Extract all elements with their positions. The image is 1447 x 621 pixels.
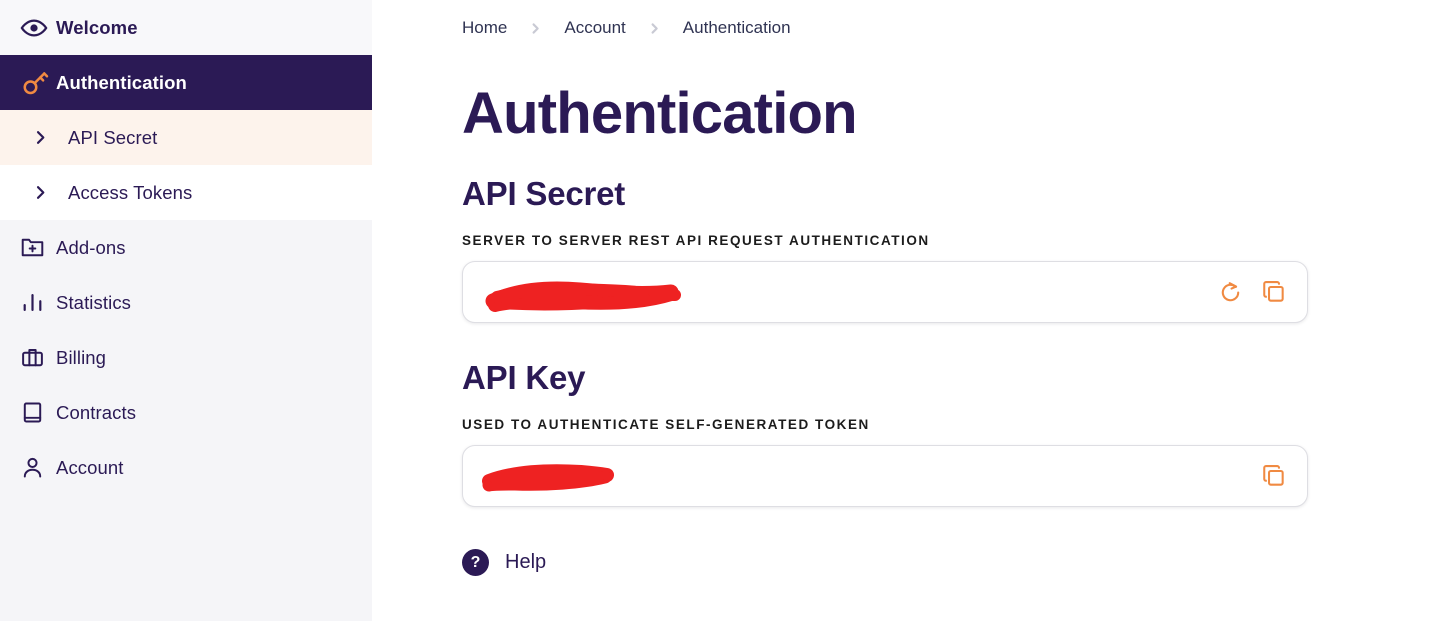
page-title: Authentication xyxy=(462,85,1447,143)
sidebar-item-welcome[interactable]: Welcome xyxy=(0,0,372,55)
breadcrumb-item-home[interactable]: Home xyxy=(462,18,507,38)
chevron-right-icon xyxy=(32,129,68,146)
sidebar: Welcome Authentication API Secret xyxy=(0,0,372,621)
api-secret-actions xyxy=(1215,262,1289,322)
main-content: Home Account Authentication Authenticati… xyxy=(372,0,1447,621)
api-key-actions xyxy=(1259,446,1289,506)
sidebar-item-label: Statistics xyxy=(56,292,131,314)
sidebar-item-api-secret[interactable]: API Secret xyxy=(0,110,372,165)
sidebar-item-add-ons[interactable]: Add-ons xyxy=(0,220,372,275)
redaction-scribble xyxy=(485,271,695,317)
sidebar-item-account[interactable]: Account xyxy=(0,440,372,495)
briefcase-icon xyxy=(20,345,56,370)
sidebar-item-label: API Secret xyxy=(68,127,157,149)
copy-icon[interactable] xyxy=(1259,277,1289,307)
field-label-api-key: USED TO AUTHENTICATE SELF-GENERATED TOKE… xyxy=(462,417,1447,432)
question-mark-icon: ? xyxy=(462,549,489,576)
section-heading-api-key: API Key xyxy=(462,361,1447,394)
sidebar-item-contracts[interactable]: Contracts xyxy=(0,385,372,440)
breadcrumb-item-account[interactable]: Account xyxy=(564,18,625,38)
sidebar-item-label: Account xyxy=(56,457,124,479)
api-key-field[interactable] xyxy=(462,445,1308,507)
help-link[interactable]: ? Help xyxy=(462,549,1447,576)
book-icon xyxy=(20,400,56,425)
chevron-right-icon xyxy=(529,22,542,35)
sidebar-item-label: Contracts xyxy=(56,402,136,424)
copy-icon[interactable] xyxy=(1259,461,1289,491)
sidebar-item-access-tokens[interactable]: Access Tokens xyxy=(0,165,372,220)
bar-chart-icon xyxy=(20,290,56,315)
help-label: Help xyxy=(505,551,546,574)
breadcrumb-item-authentication[interactable]: Authentication xyxy=(683,18,791,38)
api-secret-field[interactable] xyxy=(462,261,1308,323)
chevron-right-icon xyxy=(648,22,661,35)
sidebar-item-label: Access Tokens xyxy=(68,182,192,204)
app-root: Welcome Authentication API Secret xyxy=(0,0,1447,621)
chevron-right-icon xyxy=(32,184,68,201)
user-icon xyxy=(20,455,56,480)
breadcrumb: Home Account Authentication xyxy=(462,15,1447,41)
sidebar-item-label: Billing xyxy=(56,347,106,369)
sidebar-item-billing[interactable]: Billing xyxy=(0,330,372,385)
section-heading-api-secret: API Secret xyxy=(462,177,1447,210)
sidebar-item-label: Add-ons xyxy=(56,237,126,259)
sidebar-item-authentication[interactable]: Authentication xyxy=(0,55,372,110)
sidebar-item-label: Authentication xyxy=(56,72,187,94)
field-label-api-secret: SERVER TO SERVER REST API REQUEST AUTHEN… xyxy=(462,233,1447,248)
sidebar-item-label: Welcome xyxy=(56,17,138,39)
redaction-scribble xyxy=(481,457,621,499)
folder-plus-icon xyxy=(20,235,56,260)
refresh-icon[interactable] xyxy=(1215,277,1245,307)
eye-icon xyxy=(20,14,56,42)
key-icon xyxy=(20,68,56,98)
sidebar-item-statistics[interactable]: Statistics xyxy=(0,275,372,330)
